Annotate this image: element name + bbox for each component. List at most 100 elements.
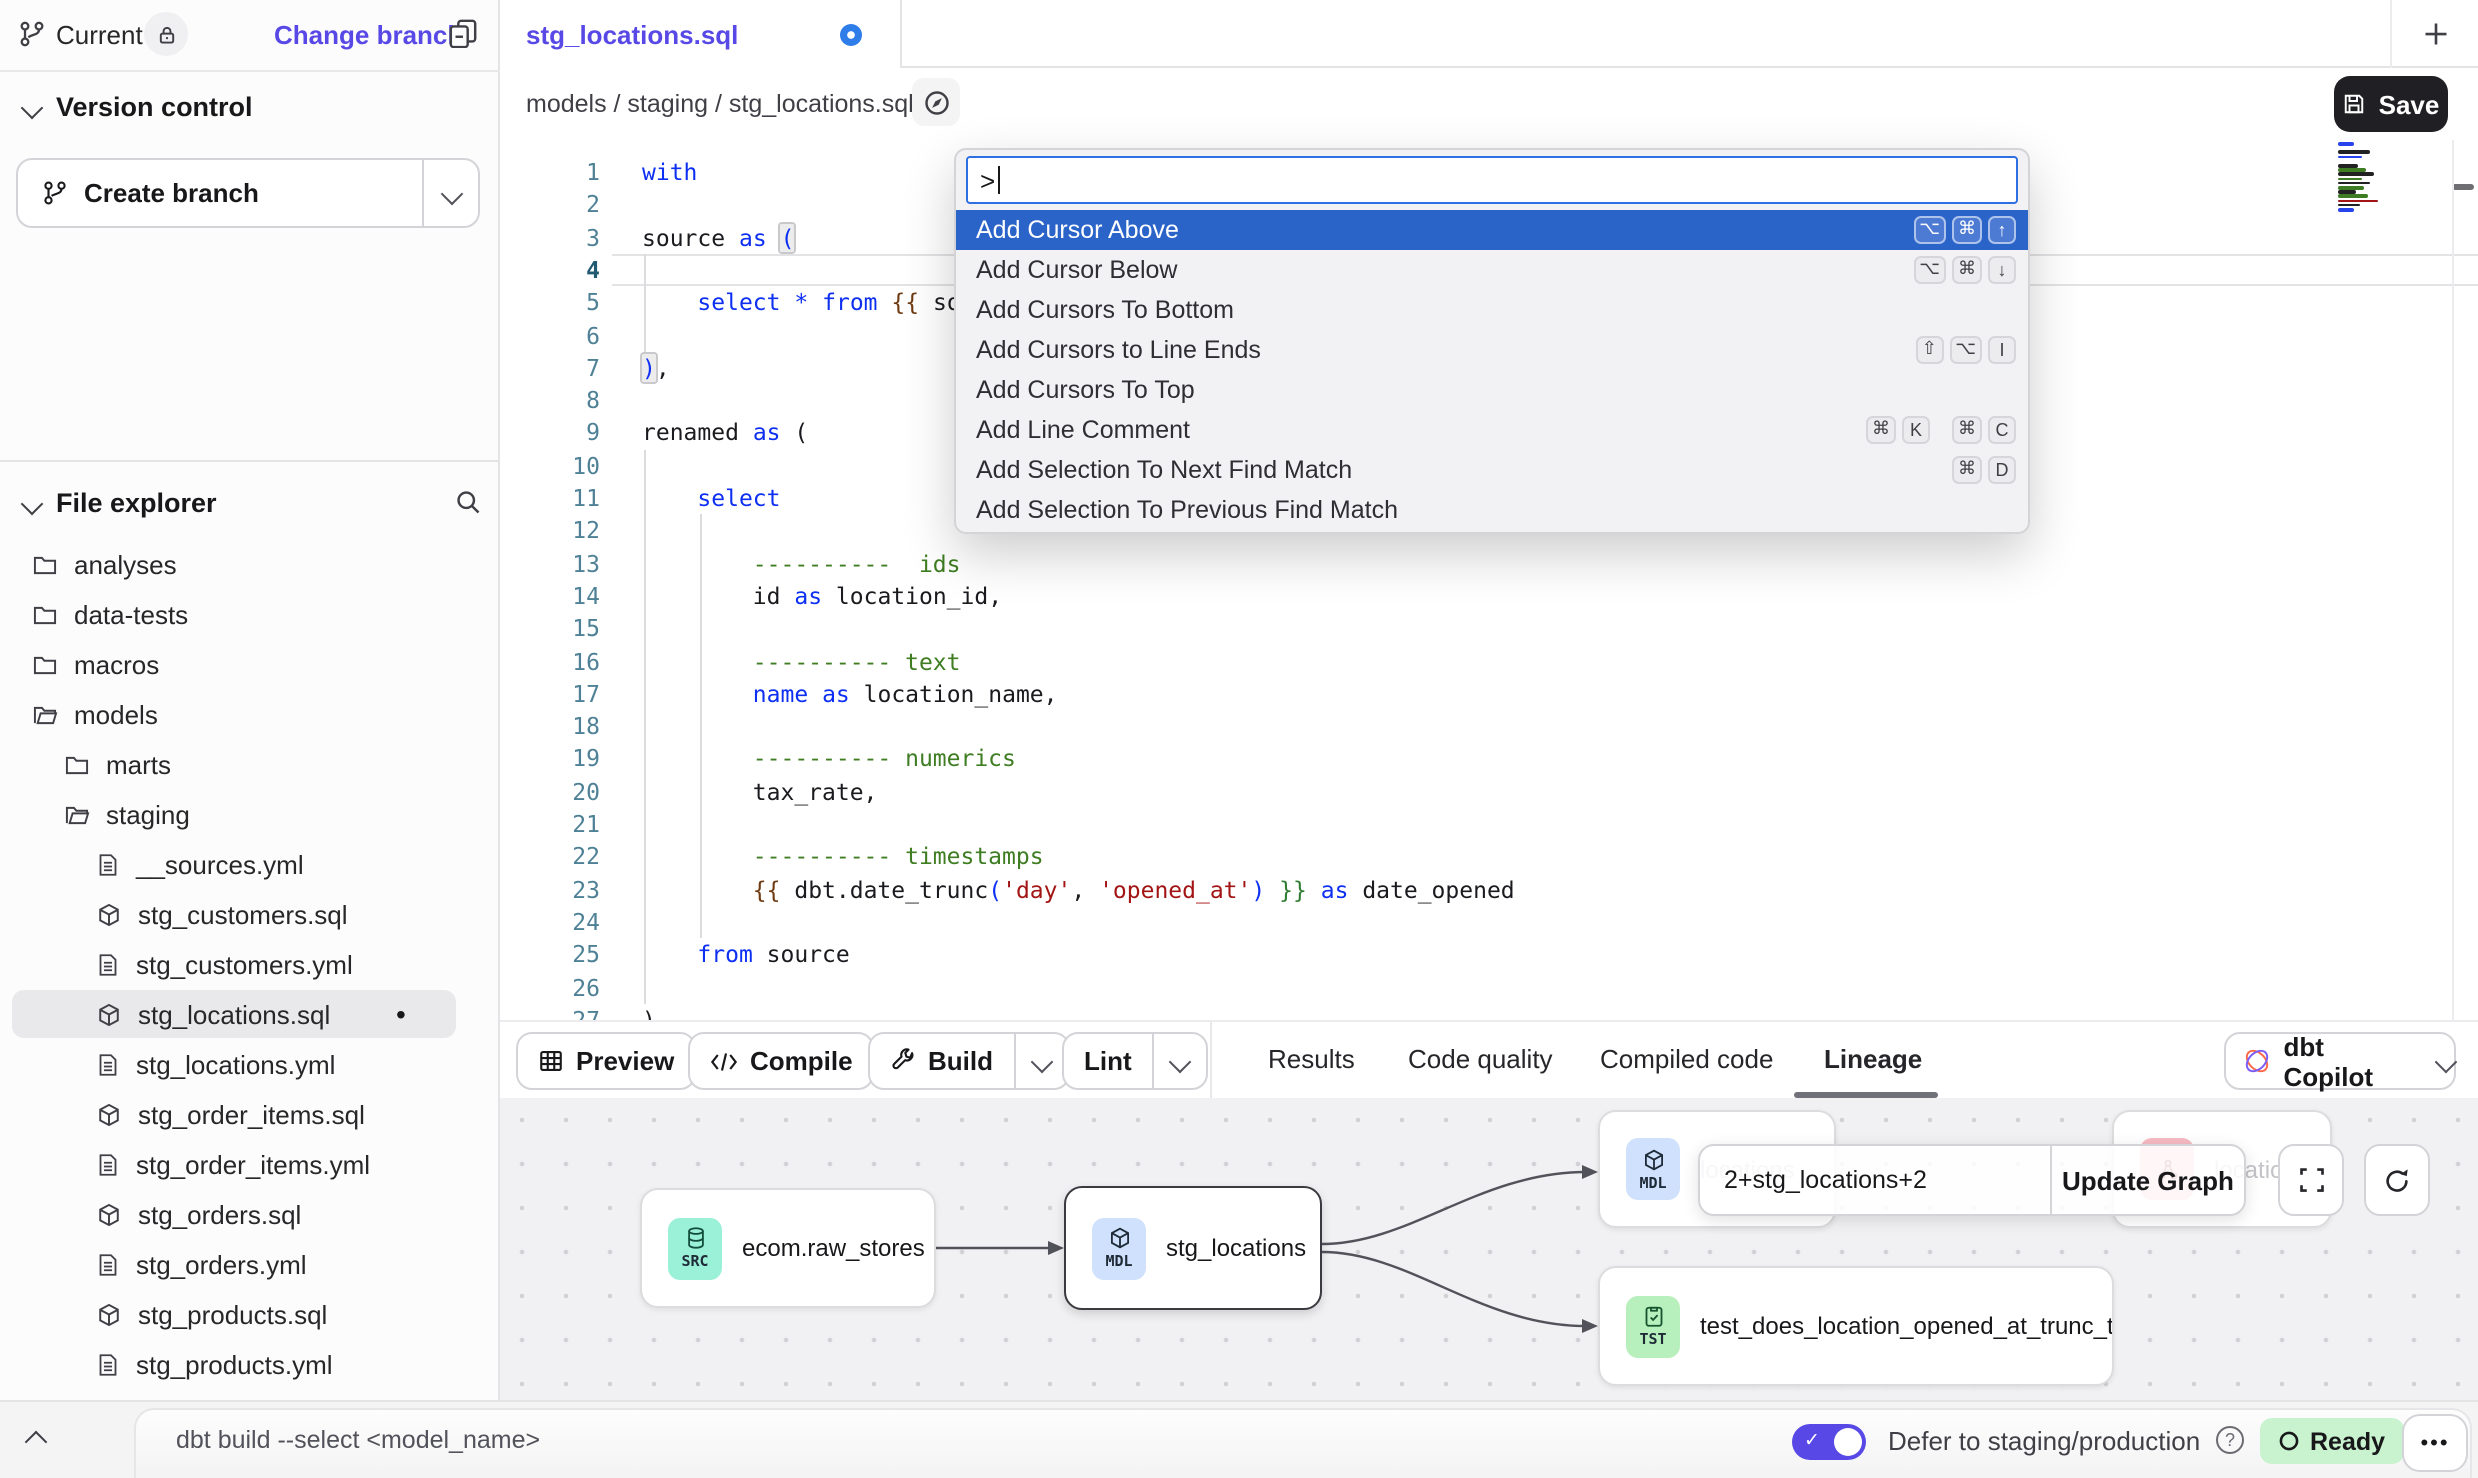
code-line-14: 14 id as location_id, [500, 580, 2478, 613]
file-row-staging[interactable]: staging [12, 790, 456, 838]
tab-code-quality[interactable]: Code quality [1408, 1022, 1553, 1096]
node-label: ecom.raw_stores [742, 1234, 925, 1262]
lineage-node-test[interactable]: TST test_does_location_opened_at_trunc_t… [1598, 1266, 2114, 1386]
cube-icon [96, 901, 122, 927]
file-label: stg_customers.yml [136, 949, 353, 979]
file-label: stg_order_items.yml [136, 1149, 370, 1179]
code-line-17: 17 name as location_name, [500, 678, 2478, 711]
editor-toolbar: Preview Compile Build Lint Results Code … [500, 1020, 2478, 1098]
defer-toggle[interactable]: ✓ [1792, 1424, 1866, 1460]
compile-button[interactable]: Compile [688, 1032, 875, 1090]
fullscreen-button[interactable] [2278, 1144, 2344, 1216]
build-button[interactable]: Build [868, 1032, 1069, 1090]
copy-icon[interactable] [448, 18, 478, 48]
file-row-stg-order-items-sql[interactable]: stg_order_items.sql [12, 1090, 456, 1138]
file-row-stg-locations-sql[interactable]: stg_locations.sql• [12, 990, 456, 1038]
file-label: models [74, 699, 158, 729]
palette-item-label: Add Cursors to Line Ends [976, 336, 1261, 364]
palette-item-add-selection-to-previous-find-match[interactable]: Add Selection To Previous Find Match [956, 490, 2030, 530]
file-row-stg-orders-sql[interactable]: stg_orders.sql [12, 1190, 456, 1238]
file-row-stg-products-yml[interactable]: stg_products.yml [12, 1340, 456, 1388]
new-tab-button[interactable] [2390, 0, 2478, 68]
file-row-stg-products-sql[interactable]: stg_products.sql [12, 1290, 456, 1338]
tab-compiled-code[interactable]: Compiled code [1600, 1022, 1773, 1096]
palette-item-label: Add Cursor Above [976, 216, 1179, 244]
explore-lineage-button[interactable] [912, 78, 960, 126]
code-line-24: 24 [500, 906, 2478, 939]
table-icon [538, 1048, 564, 1074]
tab-stg-locations[interactable]: stg_locations.sql [500, 0, 902, 68]
doc-icon [96, 1051, 120, 1077]
file-row-macros[interactable]: macros [12, 640, 456, 688]
save-button[interactable]: Save [2334, 76, 2448, 132]
file-row-stg-orders-yml[interactable]: stg_orders.yml [12, 1240, 456, 1288]
file-label: analyses [74, 549, 177, 579]
lineage-node-stg-locations[interactable]: MDL stg_locations [1064, 1186, 1322, 1310]
palette-item-add-selection-to-next-find-match[interactable]: Add Selection To Next Find Match⌘D [956, 450, 2030, 490]
sidebar-divider [0, 460, 500, 462]
doc-icon [96, 951, 120, 977]
file-search-icon[interactable] [454, 488, 482, 516]
sidebar: Current Change branch Version control Cr… [0, 0, 500, 1400]
file-row-marts[interactable]: marts [12, 740, 456, 788]
palette-item-add-cursor-below[interactable]: Add Cursor Below⌥⌘↓ [956, 250, 2030, 290]
file-label: stg_locations.yml [136, 1049, 335, 1079]
file-row--sources-yml[interactable]: __sources.yml [12, 840, 456, 888]
file-row-models[interactable]: models [12, 690, 456, 738]
palette-item-add-cursors-to-top[interactable]: Add Cursors To Top [956, 370, 2030, 410]
code-line-23: 23 {{ dbt.date_trunc('day', 'opened_at')… [500, 873, 2478, 906]
line-number: 27 [500, 1004, 600, 1020]
lineage-filter-input[interactable] [1700, 1164, 2050, 1196]
file-explorer-collapse-icon[interactable] [21, 493, 44, 516]
dbt-copilot-button[interactable]: dbt Copilot [2224, 1032, 2456, 1090]
file-row-analyses[interactable]: analyses [12, 540, 456, 588]
palette-item-add-line-comment[interactable]: Add Line Comment⌘K⌘C [956, 410, 2030, 450]
wrench-icon [890, 1048, 916, 1074]
editor-right-border [2452, 140, 2454, 1020]
tab-results[interactable]: Results [1268, 1022, 1355, 1096]
file-explorer-title: File explorer [56, 488, 217, 518]
chevron-down-icon [2435, 1050, 2457, 1072]
file-row-data-tests[interactable]: data-tests [12, 590, 456, 638]
build-dropdown[interactable] [1013, 1034, 1067, 1088]
file-label: data-tests [74, 599, 188, 629]
command-palette-list: Add Cursor Above⌥⌘↑Add Cursor Below⌥⌘↓Ad… [956, 210, 2030, 530]
file-row-stg-order-items-yml[interactable]: stg_order_items.yml [12, 1140, 456, 1188]
status-badge: Ready [2260, 1418, 2403, 1464]
help-icon[interactable]: ? [2216, 1426, 2244, 1454]
version-control-collapse-icon[interactable] [21, 97, 44, 120]
lint-dropdown[interactable] [1152, 1034, 1206, 1088]
lint-button[interactable]: Lint [1062, 1032, 1208, 1090]
editor-tab-bar: stg_locations.sql [500, 0, 2478, 68]
compass-icon [921, 87, 951, 117]
create-branch-button[interactable]: Create branch [16, 158, 480, 228]
palette-item-add-cursors-to-bottom[interactable]: Add Cursors To Bottom [956, 290, 2030, 330]
editor-scrollbar-thumb[interactable] [2452, 184, 2474, 190]
file-row-stg-customers-sql[interactable]: stg_customers.sql [12, 890, 456, 938]
lineage-node-source[interactable]: SRC ecom.raw_stores [640, 1188, 936, 1308]
doc-icon [96, 1251, 120, 1277]
preview-button[interactable]: Preview [516, 1032, 696, 1090]
circle-status-icon [2278, 1430, 2300, 1452]
change-branch-link[interactable]: Change branch [274, 20, 463, 50]
file-label: marts [106, 749, 171, 779]
update-graph-button[interactable]: Update Graph [2052, 1165, 2244, 1195]
command-palette-input[interactable]: > [966, 156, 2018, 204]
more-options-button[interactable]: ••• [2402, 1414, 2468, 1472]
expand-command-drawer-icon[interactable] [25, 1431, 48, 1454]
create-branch-dropdown[interactable] [422, 160, 478, 226]
unsaved-dot-icon [840, 23, 862, 45]
line-number: 10 [500, 449, 600, 482]
file-row-stg-locations-yml[interactable]: stg_locations.yml [12, 1040, 456, 1088]
shortcut-keys: ⇧⌥I [1909, 335, 2016, 363]
version-control-title: Version control [56, 92, 253, 122]
editor-minimap[interactable] [2334, 142, 2410, 214]
palette-item-add-cursor-above[interactable]: Add Cursor Above⌥⌘↑ [956, 210, 2030, 250]
fullscreen-icon [2297, 1166, 2325, 1194]
refresh-button[interactable] [2364, 1144, 2430, 1216]
file-row-stg-customers-yml[interactable]: stg_customers.yml [12, 940, 456, 988]
tab-lineage[interactable]: Lineage [1824, 1022, 1922, 1096]
file-label: stg_orders.yml [136, 1249, 307, 1279]
palette-item-add-cursors-to-line-ends[interactable]: Add Cursors to Line Ends ⇧⌥I [956, 330, 2030, 370]
code-line-22: 22 ---------- timestamps [500, 841, 2478, 874]
